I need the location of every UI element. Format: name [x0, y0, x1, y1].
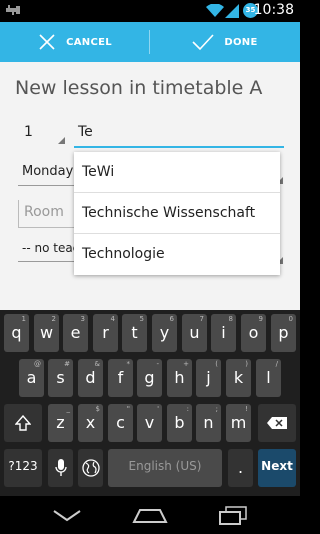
key-j[interactable]: (j: [196, 359, 221, 397]
suggestion-item[interactable]: Technische Wissenschaft: [74, 193, 280, 234]
key-h[interactable]: + h: [167, 359, 192, 397]
recent-apps-icon[interactable]: [218, 506, 248, 526]
done-label: DONE: [224, 36, 258, 48]
navigation-bar: [0, 496, 300, 534]
key-i[interactable]: 8i: [211, 314, 236, 352]
voice-input-key[interactable]: [48, 449, 73, 487]
key-o[interactable]: 9o: [241, 314, 266, 352]
room-field[interactable]: Room: [18, 200, 80, 228]
shift-icon: [15, 415, 31, 431]
key-u[interactable]: 7u: [182, 314, 207, 352]
suggestion-text: Technische Wissenschaft: [82, 205, 256, 221]
day-spinner[interactable]: Monday: [18, 160, 80, 186]
shift-key[interactable]: [4, 404, 42, 442]
key-f[interactable]: * f: [108, 359, 133, 397]
wifi-icon: [206, 4, 224, 17]
lesson-name-input[interactable]: Te: [74, 120, 284, 148]
key-x[interactable]: $ x: [78, 404, 103, 442]
suggestion-item[interactable]: Technologie: [74, 234, 280, 275]
lesson-number-spinner[interactable]: 1: [20, 120, 68, 148]
key-c[interactable]: " c: [108, 404, 133, 442]
key-e[interactable]: 3e: [63, 314, 88, 352]
back-icon[interactable]: [52, 506, 82, 524]
status-bar: 35 10:38: [0, 0, 300, 22]
key-y[interactable]: 6y: [152, 314, 177, 352]
key-w[interactable]: 2w: [34, 314, 59, 352]
suggestion-text: TeWi: [82, 164, 115, 180]
globe-icon: [81, 459, 100, 477]
key-v[interactable]: ' v: [137, 404, 162, 442]
key-s[interactable]: # s: [48, 359, 73, 397]
language-key[interactable]: [78, 449, 103, 487]
action-bar: CANCEL DONE: [0, 22, 300, 62]
key-g[interactable]: -g: [137, 359, 162, 397]
key-n[interactable]: ; n: [196, 404, 221, 442]
autocomplete-dropdown: TeWi Technische Wissenschaft Technologie: [74, 152, 280, 275]
home-icon[interactable]: [132, 506, 168, 524]
clock: 10:38: [253, 2, 294, 18]
key-b[interactable]: :b: [167, 404, 192, 442]
key-r[interactable]: 4r: [93, 314, 118, 352]
teacher-spinner[interactable]: -- no teacher --: [18, 238, 80, 262]
page-title: New lesson in timetable A: [15, 77, 263, 99]
space-key[interactable]: English (US): [108, 449, 222, 487]
close-icon: [39, 34, 55, 50]
done-button[interactable]: DONE: [150, 22, 300, 62]
next-key[interactable]: Next: [258, 449, 296, 487]
cancel-label: CANCEL: [66, 36, 112, 48]
cancel-button[interactable]: CANCEL: [0, 22, 150, 62]
lesson-number-value: 1: [24, 124, 33, 140]
key-q[interactable]: 1q: [4, 314, 29, 352]
suggestion-text: Technologie: [82, 246, 165, 262]
key-a[interactable]: @ a: [19, 359, 44, 397]
key-k[interactable]: ) k: [226, 359, 251, 397]
soft-keyboard: 1q 2w 3e 4r 5t 6y 7u 8i 9o 0p @ a # s & d *…: [0, 310, 300, 496]
room-placeholder: Room: [24, 204, 64, 220]
symbols-key[interactable]: ?123: [4, 449, 42, 487]
spinner-arrow-icon: [58, 137, 65, 144]
key-z[interactable]: _ z: [48, 404, 73, 442]
signal-icon: [225, 4, 239, 18]
key-l[interactable]: / l: [256, 359, 281, 397]
key-m[interactable]: ! m: [226, 404, 251, 442]
usb-icon: [6, 5, 20, 15]
backspace-key[interactable]: [258, 404, 296, 442]
period-key[interactable]: .: [228, 449, 253, 487]
lesson-name-value: Te: [78, 124, 93, 140]
checkmark-icon: [192, 34, 214, 51]
suggestion-item[interactable]: TeWi: [74, 152, 280, 193]
microphone-icon: [54, 459, 67, 476]
key-t[interactable]: 5t: [122, 314, 147, 352]
key-d[interactable]: & d: [78, 359, 103, 397]
key-p[interactable]: 0p: [271, 314, 296, 352]
backspace-icon: [267, 417, 287, 429]
teacher-value: -- no teacher --: [22, 241, 80, 255]
day-value: Monday: [22, 164, 74, 179]
